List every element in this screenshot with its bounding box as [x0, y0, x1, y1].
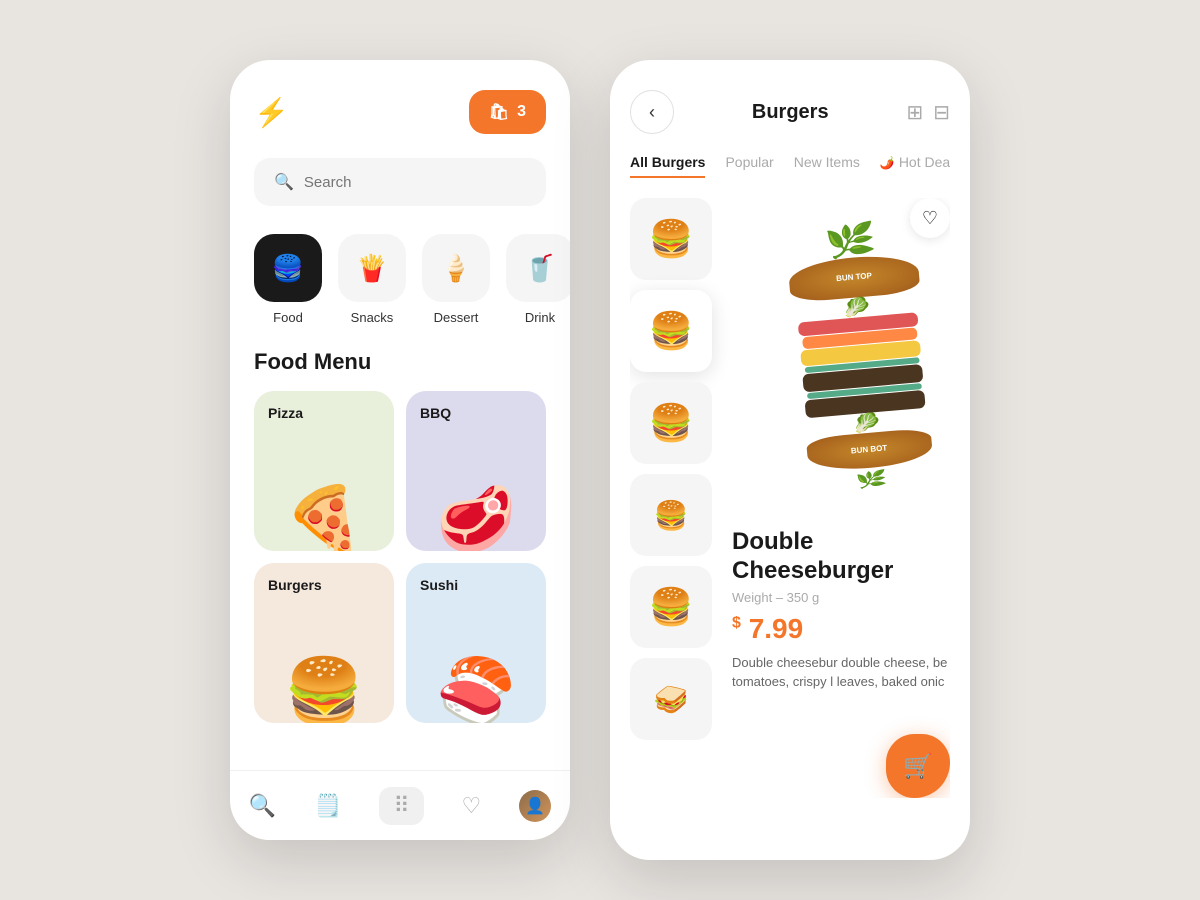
bbq-label: BBQ: [420, 405, 451, 421]
nav-favorites-icon: ♡: [461, 793, 481, 819]
nav-search-icon: 🔍: [249, 793, 276, 819]
product-price: $ 7.99: [732, 613, 950, 645]
back-button[interactable]: ‹: [630, 90, 674, 134]
cart-count: 3: [517, 103, 526, 121]
search-input[interactable]: [304, 174, 526, 191]
cart-button[interactable]: 🛍 3: [469, 90, 546, 134]
right-header: ‹ Burgers ⊞ ⊟: [630, 90, 950, 134]
sushi-label: Sushi: [420, 577, 458, 593]
add-cart-icon: 🛒: [903, 752, 933, 781]
pizza-label: Pizza: [268, 405, 303, 421]
nav-favorites[interactable]: ♡: [461, 793, 481, 819]
pizza-food: 🍕: [254, 441, 394, 551]
burger-thumb-1[interactable]: 🍔: [630, 198, 712, 280]
product-name: Double Cheeseburger: [732, 528, 950, 586]
bottom-nav: 🔍 🗒️ ⠿ ♡ 👤: [230, 770, 570, 840]
menu-card-sushi[interactable]: Sushi 🍣: [406, 563, 546, 723]
snacks-icon: 🍟: [356, 253, 388, 284]
menu-grid: Pizza 🍕 BBQ 🥩 Burgers 🍔 Sushi: [254, 391, 546, 723]
food-icon-box: 🍔: [254, 234, 322, 302]
nav-search[interactable]: 🔍: [249, 793, 276, 819]
burgers-emoji: 🍔: [284, 659, 364, 723]
page-title: Burgers: [752, 101, 829, 124]
burger-thumb-4[interactable]: 🍔: [630, 474, 712, 556]
burgers-label: Burgers: [268, 577, 322, 593]
view-options: ⊞ ⊟: [906, 100, 950, 125]
drinks-icon: 🥤: [524, 253, 556, 284]
sushi-emoji: 🍣: [436, 659, 516, 723]
burger-thumb-5[interactable]: 🍔: [630, 566, 712, 648]
nav-orders-icon: 🗒️: [314, 793, 341, 819]
nav-grid[interactable]: ⠿: [379, 787, 423, 825]
snacks-icon-box: 🍟: [338, 234, 406, 302]
price-value: 7.99: [749, 613, 804, 644]
list-view-icon[interactable]: ⊟: [933, 100, 950, 125]
drinks-icon-box: 🥤: [506, 234, 570, 302]
pizza-emoji: 🍕: [284, 487, 364, 551]
sushi-food: 🍣: [406, 613, 546, 723]
category-food[interactable]: 🍔 Food: [254, 234, 322, 325]
drinks-label: Drink: [525, 310, 555, 325]
right-phone: ‹ Burgers ⊞ ⊟ All Burgers Popular New It…: [610, 60, 970, 860]
menu-card-burgers[interactable]: Burgers 🍔: [254, 563, 394, 723]
menu-card-bbq[interactable]: BBQ 🥩: [406, 391, 546, 551]
back-icon: ‹: [649, 102, 655, 123]
category-tabs: All Burgers Popular New Items Hot Deals: [630, 154, 950, 178]
nav-grid-icon: ⠿: [393, 793, 409, 819]
favorite-button[interactable]: ♡: [910, 198, 950, 238]
burger-thumb-6[interactable]: 🥪: [630, 658, 712, 740]
dessert-label: Dessert: [434, 310, 479, 325]
cart-icon: 🛍: [489, 102, 509, 122]
snacks-label: Snacks: [351, 310, 394, 325]
categories-row: 🍔 Food 🍟 Snacks 🍦 Dessert 🥤 D: [254, 234, 546, 325]
tab-hot-deals[interactable]: Hot Deals: [880, 154, 950, 178]
search-icon: 🔍: [274, 172, 294, 192]
grid-view-icon[interactable]: ⊞: [906, 100, 923, 125]
search-bar[interactable]: 🔍: [254, 158, 546, 206]
product-info: Double Cheeseburger Weight – 350 g $ 7.9…: [732, 518, 950, 702]
product-weight: Weight – 350 g: [732, 590, 950, 605]
content-area: 🍔 🍔 🍔 🍔 🍔 🥪 ♡ 🌿 BUN TOP 🥬: [630, 198, 950, 798]
price-currency: $: [732, 614, 741, 631]
tab-new-items[interactable]: New Items: [794, 154, 860, 178]
heart-icon: ♡: [922, 208, 938, 229]
product-description: Double cheesebur double cheese, be tomat…: [732, 653, 950, 692]
nav-profile[interactable]: 👤: [519, 790, 551, 822]
category-snacks[interactable]: 🍟 Snacks: [338, 234, 406, 325]
burgers-food: 🍔: [254, 613, 394, 723]
product-detail: ♡ 🌿 BUN TOP 🥬 🥬: [732, 198, 950, 798]
bbq-emoji: 🥩: [436, 487, 516, 551]
left-header: ⚡ 🛍 3: [254, 90, 546, 134]
add-to-cart-button[interactable]: 🛒: [886, 734, 950, 798]
nav-orders[interactable]: 🗒️: [314, 793, 341, 819]
burger-thumb-3[interactable]: 🍔: [630, 382, 712, 464]
app-logo: ⚡: [254, 96, 289, 129]
food-menu-title: Food Menu: [254, 349, 546, 375]
bbq-food: 🥩: [406, 441, 546, 551]
category-drinks[interactable]: 🥤 Drink: [506, 234, 570, 325]
burger-hero-image: 🌿 BUN TOP 🥬 🥬 BUN BOT 🌿: [732, 198, 950, 518]
burger-list: 🍔 🍔 🍔 🍔 🍔 🥪: [630, 198, 720, 798]
menu-card-pizza[interactable]: Pizza 🍕: [254, 391, 394, 551]
tab-popular[interactable]: Popular: [725, 154, 773, 178]
burger-thumb-2[interactable]: 🍔: [630, 290, 712, 372]
category-dessert[interactable]: 🍦 Dessert: [422, 234, 490, 325]
nav-avatar: 👤: [519, 790, 551, 822]
dessert-icon-box: 🍦: [422, 234, 490, 302]
dessert-icon: 🍦: [440, 253, 472, 284]
tab-all-burgers[interactable]: All Burgers: [630, 154, 705, 178]
left-phone: ⚡ 🛍 3 🔍 🍔 Food 🍟 Snacks: [230, 60, 570, 840]
food-icon: 🍔: [272, 253, 304, 284]
food-label: Food: [273, 310, 303, 325]
